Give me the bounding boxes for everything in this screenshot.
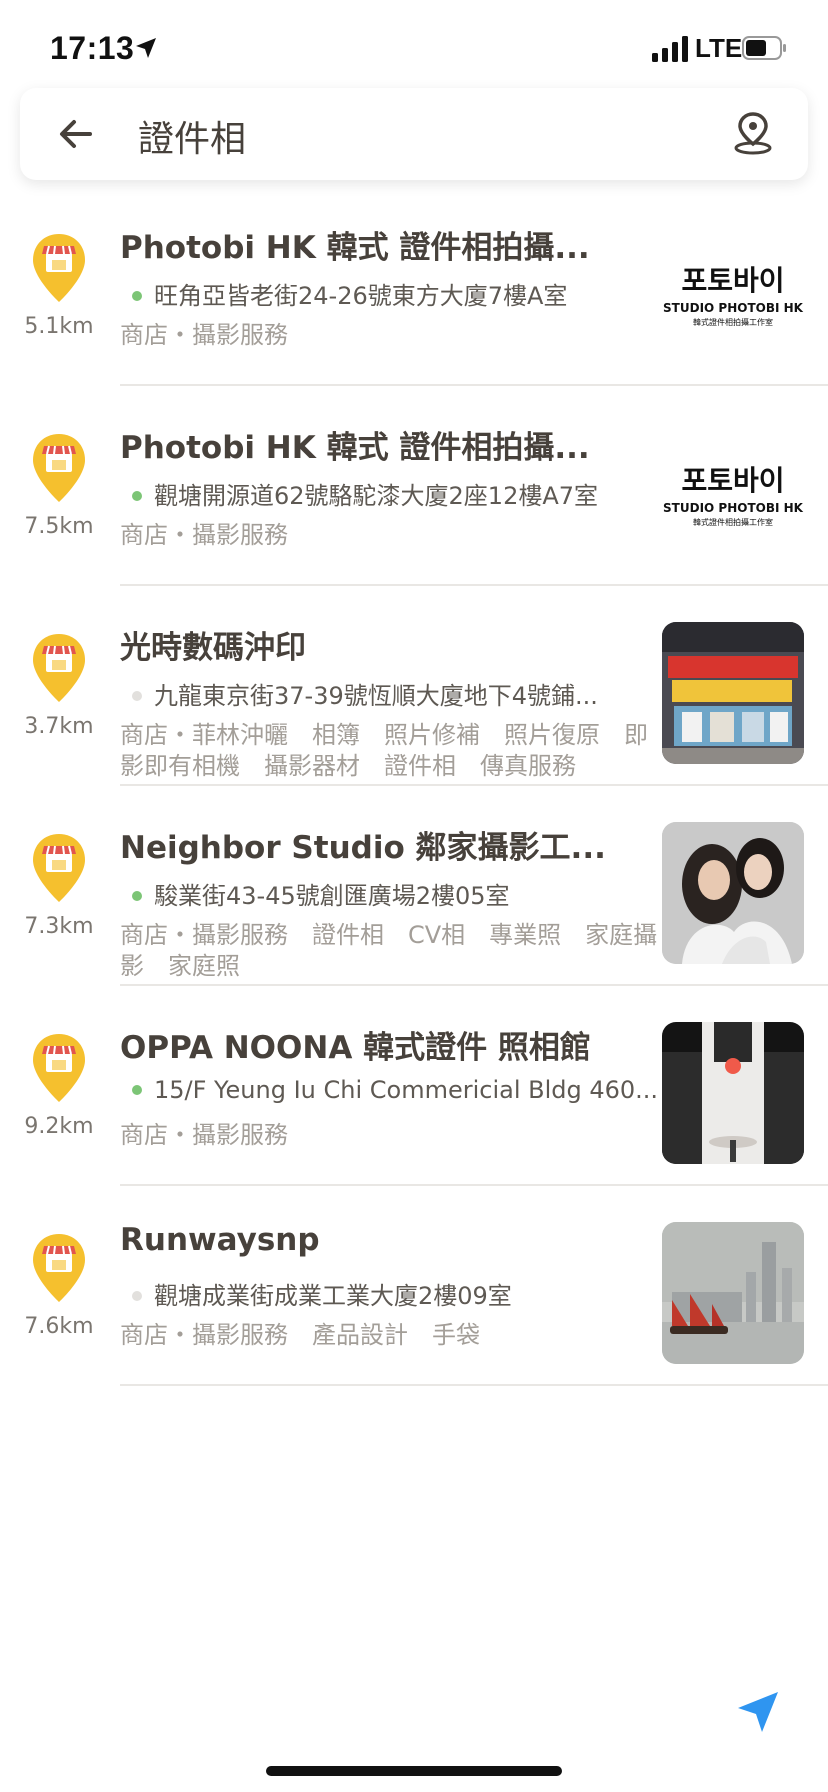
shop-pin-icon	[33, 1234, 85, 1302]
place-photo	[662, 622, 804, 764]
map-pin-icon[interactable]	[730, 110, 776, 156]
list-item[interactable]: 5.1km Photobi HK 韓式 證件相拍攝... 旺角亞皆老街24-26…	[0, 186, 828, 386]
distance-label: 7.3km	[24, 914, 94, 939]
navigation-arrow-icon[interactable]	[736, 1690, 780, 1734]
place-name: Photobi HK 韓式 證件相拍攝...	[120, 430, 590, 466]
distance-label: 7.5km	[24, 514, 94, 539]
place-tags: 商店・攝影服務	[120, 321, 288, 349]
list-item[interactable]: 7.5km Photobi HK 韓式 證件相拍攝... 觀塘開源道62號駱駝漆…	[0, 386, 828, 586]
status-dot	[132, 490, 142, 501]
divider	[120, 1384, 828, 1386]
place-address: 旺角亞皆老街24-26號東方大廈7樓A室	[120, 276, 660, 311]
distance-label: 7.6km	[24, 1314, 94, 1339]
status-time: 17:13	[50, 30, 135, 66]
network-type: LTE	[695, 33, 743, 63]
place-name: Photobi HK 韓式 證件相拍攝...	[120, 230, 590, 266]
shop-pin-icon	[33, 234, 85, 302]
place-tags: 商店・菲林沖曬 相簿 照片修補 照片復原 即影即有相機 攝影器材 證件相 傳真服…	[120, 721, 648, 780]
place-photo	[662, 1222, 804, 1364]
battery-icon	[742, 36, 786, 60]
results-list: 5.1km Photobi HK 韓式 證件相拍攝... 旺角亞皆老街24-26…	[0, 186, 828, 1386]
place-tags: 商店・攝影服務	[120, 521, 288, 549]
place-photo	[662, 1022, 804, 1164]
place-name: OPPA NOONA 韓式證件 照相館	[120, 1030, 591, 1066]
place-address: 15/F Yeung Iu Chi Commericial Bldg 460..…	[120, 1076, 660, 1104]
distance-label: 5.1km	[24, 314, 94, 339]
place-address: 駿業街43-45號創匯廣場2樓05室	[120, 876, 660, 911]
place-name: Neighbor Studio 鄰家攝影工...	[120, 830, 606, 866]
place-tags: 商店・攝影服務 產品設計 手袋	[120, 1321, 480, 1349]
status-dot	[132, 1084, 142, 1095]
place-name: 光時數碼沖印	[120, 630, 306, 666]
place-address: 九龍東京街37-39號恆順大廈地下4號鋪...	[120, 676, 660, 711]
list-item[interactable]: 3.7km 光時數碼沖印 九龍東京街37-39號恆順大廈地下4號鋪... 商店・…	[0, 586, 828, 786]
status-dot	[132, 890, 142, 901]
distance-label: 9.2km	[24, 1114, 94, 1139]
location-arrow-icon	[136, 38, 156, 58]
signal-icon	[652, 36, 688, 62]
search-input[interactable]: 證件相	[138, 110, 246, 162]
back-arrow-icon[interactable]	[54, 112, 98, 156]
place-address: 觀塘成業街成業工業大廈2樓09室	[120, 1276, 660, 1311]
shop-pin-icon	[33, 634, 85, 702]
status-dot	[132, 1290, 142, 1301]
shop-pin-icon	[33, 834, 85, 902]
place-logo: 포토바이 STUDIO PHOTOBI HK 韓式證件相拍攝工作室	[662, 222, 804, 364]
status-bar: 17:13 LTE	[0, 0, 828, 96]
place-photo	[662, 822, 804, 964]
list-item[interactable]: 7.3km Neighbor Studio 鄰家攝影工... 駿業街43-45號…	[0, 786, 828, 986]
status-dot	[132, 690, 142, 701]
place-address: 觀塘開源道62號駱駝漆大廈2座12樓A7室	[120, 476, 660, 511]
place-logo: 포토바이 STUDIO PHOTOBI HK 韓式證件相拍攝工作室	[662, 422, 804, 564]
place-tags: 商店・攝影服務	[120, 1121, 288, 1149]
distance-label: 3.7km	[24, 714, 94, 739]
list-item[interactable]: 9.2km OPPA NOONA 韓式證件 照相館 15/F Yeung Iu …	[0, 986, 828, 1186]
shop-pin-icon	[33, 434, 85, 502]
status-dot	[132, 290, 142, 301]
list-item[interactable]: 7.6km Runwaysnp 觀塘成業街成業工業大廈2樓09室 商店・攝影服務…	[0, 1186, 828, 1386]
home-indicator	[266, 1766, 562, 1776]
shop-pin-icon	[33, 1034, 85, 1102]
place-tags: 商店・攝影服務 證件相 CV相 專業照 家庭攝影 家庭照	[120, 921, 658, 980]
search-bar: 證件相	[20, 88, 808, 180]
place-name: Runwaysnp	[120, 1222, 320, 1258]
